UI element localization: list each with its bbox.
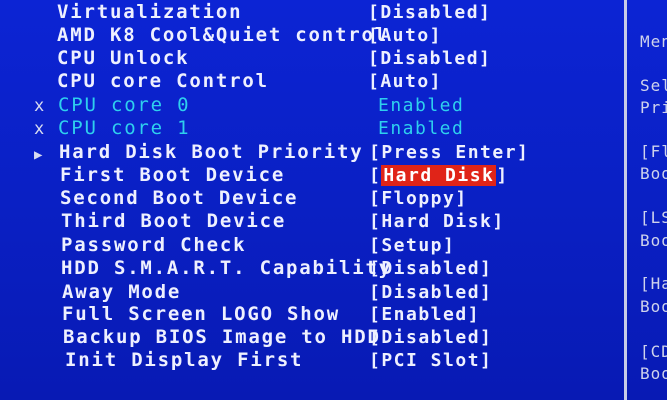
help-text-line: [CD <box>640 342 667 361</box>
setting-row-hdd-smart-capability[interactable]: HDD S.M.A.R.T. Capability [Disabled] <box>0 257 624 280</box>
setting-label: Backup BIOS Image to HDD <box>63 326 381 348</box>
setting-row-virtualization[interactable]: Virtualization [Disabled] <box>0 1 624 24</box>
help-text-line: [Ha <box>640 274 667 293</box>
setting-label: Full Screen LOGO Show <box>62 303 341 325</box>
setting-value: Enabled <box>378 95 465 116</box>
setting-label: First Boot Device <box>60 164 286 186</box>
setting-label: Second Boot Device <box>60 187 299 209</box>
setting-row-full-screen-logo-show[interactable]: Full Screen LOGO Show [Enabled] <box>0 303 624 326</box>
help-text-line: Sel <box>640 76 667 95</box>
setting-value[interactable]: [Auto] <box>368 70 442 93</box>
setting-label: Away Mode <box>62 281 182 303</box>
setting-value-selected[interactable]: [Hard Disk] <box>369 164 509 187</box>
setting-value[interactable]: [Hard Disk] <box>369 210 505 233</box>
setting-value[interactable]: [Disabled] <box>368 47 491 70</box>
setting-value[interactable]: [Disabled] <box>368 1 491 24</box>
help-text-line: Boo <box>640 231 667 250</box>
unavailable-marker-icon: x <box>34 96 45 116</box>
setting-row-password-check[interactable]: Password Check [Setup] <box>0 234 624 257</box>
bracket-open: [ <box>369 165 382 186</box>
setting-row-hard-disk-boot-priority[interactable]: ▶ Hard Disk Boot Priority [Press Enter] <box>0 141 624 164</box>
setting-label: Third Boot Device <box>61 210 287 232</box>
setting-value[interactable]: [Auto] <box>368 24 442 47</box>
setting-value: Enabled <box>378 118 465 139</box>
setting-row-cpu-core-control[interactable]: CPU core Control [Auto] <box>0 70 624 93</box>
setting-row-cpu-core-0: x CPU core 0 Enabled <box>0 94 624 117</box>
setting-label: CPU core Control <box>57 70 269 92</box>
setting-row-backup-bios-image[interactable]: Backup BIOS Image to HDD [Disabled] <box>0 326 624 349</box>
setting-label: Virtualization <box>57 1 243 23</box>
setting-row-cpu-core-1: x CPU core 1 Enabled <box>0 117 624 140</box>
setting-label: CPU core 1 <box>58 117 191 139</box>
setting-label: HDD S.M.A.R.T. Capability <box>61 257 392 279</box>
setting-value[interactable]: [Press Enter] <box>369 141 529 164</box>
setting-value[interactable]: [Disabled] <box>369 326 492 349</box>
setting-value[interactable]: [Enabled] <box>369 303 480 326</box>
setting-label: AMD K8 Cool&Quiet control <box>57 24 388 46</box>
help-text-line: Boo <box>640 364 667 383</box>
item-help-panel: Men Sel Pri [Fl Boo [LS Boo [Ha Boo [CD … <box>627 0 667 400</box>
setting-value[interactable]: [Setup] <box>369 234 455 257</box>
bios-screen: Virtualization [Disabled] AMD K8 Cool&Qu… <box>0 0 667 400</box>
unavailable-marker-icon: x <box>34 119 45 139</box>
setting-row-first-boot-device[interactable]: First Boot Device [Hard Disk] <box>0 164 624 187</box>
selected-value-highlight[interactable]: Hard Disk <box>381 165 497 186</box>
help-text-line: [LS <box>640 208 667 227</box>
bracket-close: ] <box>496 165 509 186</box>
submenu-arrow-icon: ▶ <box>34 147 43 163</box>
setting-row-third-boot-device[interactable]: Third Boot Device [Hard Disk] <box>0 210 624 233</box>
help-text-line: Men <box>640 32 667 51</box>
setting-label: Init Display First <box>65 349 304 371</box>
setting-label: Password Check <box>61 234 247 256</box>
setting-row-cpu-unlock[interactable]: CPU Unlock [Disabled] <box>0 47 624 70</box>
help-text-line: Boo <box>640 297 667 316</box>
setting-value[interactable]: [Disabled] <box>369 257 492 280</box>
help-text-line: [Fl <box>640 142 667 161</box>
setting-label: Hard Disk Boot Priority <box>59 141 364 163</box>
help-text-line: Pri <box>640 98 667 117</box>
setting-row-away-mode[interactable]: Away Mode [Disabled] <box>0 281 624 304</box>
setting-row-amd-k8-cool-quiet[interactable]: AMD K8 Cool&Quiet control [Auto] <box>0 24 624 47</box>
setting-row-second-boot-device[interactable]: Second Boot Device [Floppy] <box>0 187 624 210</box>
help-text-line: Boo <box>640 164 667 183</box>
setting-value[interactable]: [Disabled] <box>369 281 492 304</box>
setting-value[interactable]: [PCI Slot] <box>369 349 492 372</box>
setting-value[interactable]: [Floppy] <box>369 187 468 210</box>
setting-row-init-display-first[interactable]: Init Display First [PCI Slot] <box>0 349 624 372</box>
setting-label: CPU core 0 <box>58 94 191 116</box>
setting-label: CPU Unlock <box>57 47 190 69</box>
